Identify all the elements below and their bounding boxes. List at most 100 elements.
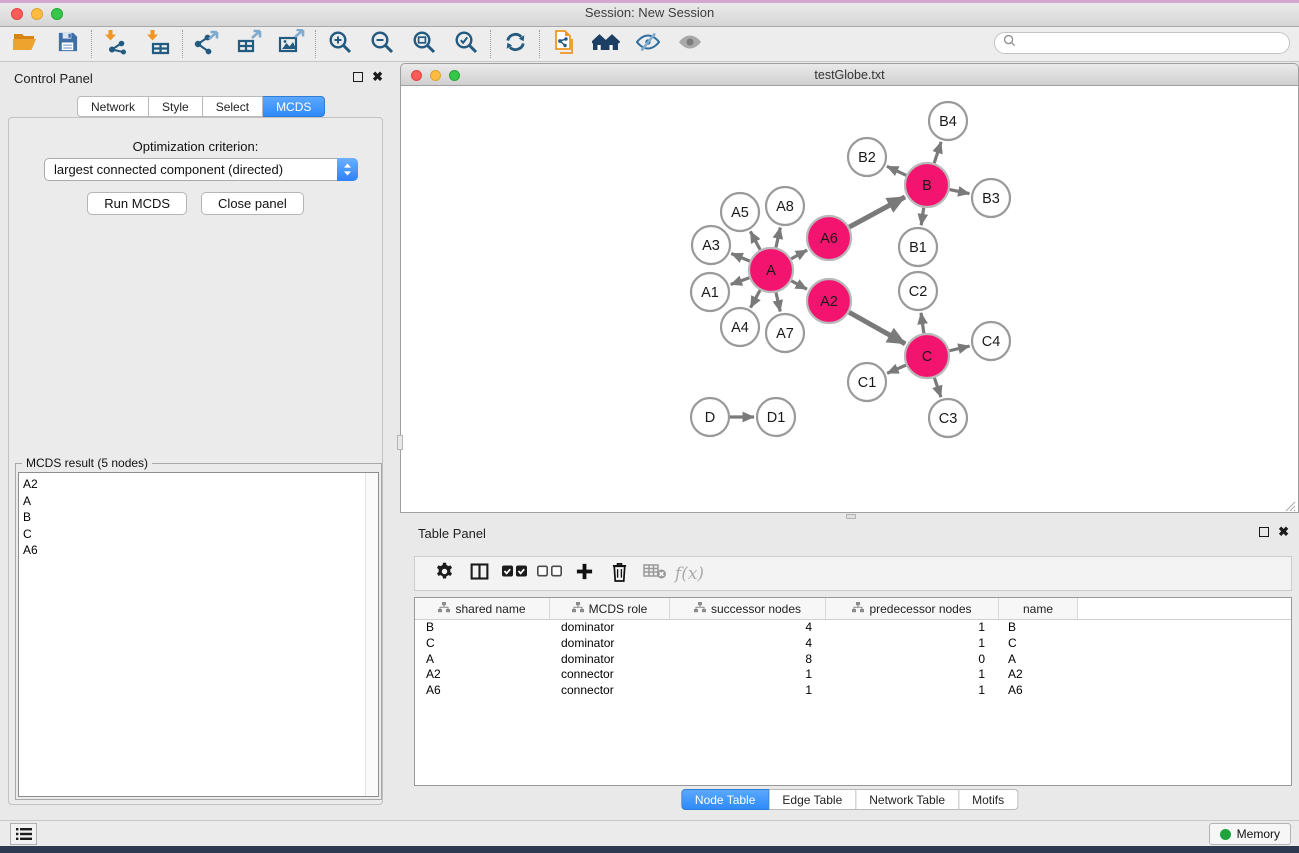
graph-edge-A-A7[interactable] [776,292,780,311]
graph-node-B[interactable]: B [905,163,949,207]
graph-node-B1[interactable]: B1 [899,228,937,266]
graph-node-B2[interactable]: B2 [848,138,886,176]
export-network-button[interactable] [186,29,228,59]
graph-edge-B-B2[interactable] [887,166,906,175]
zoom-in-button[interactable] [319,29,361,59]
graph-node-A5[interactable]: A5 [721,193,759,231]
clone-network-button[interactable] [543,29,585,59]
graph-node-A7[interactable]: A7 [766,314,804,352]
graph-node-A4[interactable]: A4 [721,308,759,346]
mcds-result-list[interactable]: A2ABCA6 [18,472,379,797]
result-scrollbar[interactable] [365,473,378,796]
graph-node-A3[interactable]: A3 [692,226,730,264]
graph-edge-B-B3[interactable] [950,190,970,194]
column-selector-button[interactable] [462,559,497,589]
close-table-panel-icon[interactable]: ✖ [1278,527,1289,537]
run-mcds-button[interactable]: Run MCDS [87,192,187,215]
splitter-handle[interactable] [846,514,856,519]
network-canvas[interactable]: B4B2BB3A8A5A6A3B1AC2A1A2A4A7C4CC1DD1C3 [400,86,1299,513]
graph-node-C[interactable]: C [905,334,949,378]
add-row-button[interactable] [567,559,602,589]
graph-edge-A-A2[interactable] [791,281,807,289]
network-window-titlebar[interactable]: testGlobe.txt [400,63,1299,86]
refresh-button[interactable] [494,29,536,59]
graph-node-B4[interactable]: B4 [929,102,967,140]
column-header-MCDS-role[interactable]: MCDS role [550,598,670,619]
tab-mcds[interactable]: MCDS [263,96,325,117]
graph-edge-A-A3[interactable] [731,253,749,261]
mcds-result-item[interactable]: A6 [23,542,378,559]
graph-node-C2[interactable]: C2 [899,272,937,310]
tab-edge-table[interactable]: Edge Table [769,789,856,810]
graph-edge-A-A6[interactable] [791,250,807,259]
horizontal-splitter[interactable] [400,513,1299,520]
mcds-result-item[interactable]: C [23,526,378,543]
delete-selected-button[interactable] [602,559,637,589]
graph-edge-A2-C[interactable] [849,312,905,344]
tab-network-table[interactable]: Network Table [856,789,959,810]
zoom-fit-button[interactable] [403,29,445,59]
vertical-splitter-handle[interactable] [397,435,403,450]
export-table-button[interactable] [228,29,270,59]
resize-grip-icon[interactable] [1285,499,1296,510]
float-panel-icon[interactable] [353,72,363,82]
graph-edge-C-C4[interactable] [949,346,969,351]
tab-network[interactable]: Network [77,96,149,117]
graph-edge-C-C1[interactable] [887,365,906,373]
graph-node-C4[interactable]: C4 [972,322,1010,360]
save-session-button[interactable] [46,29,88,59]
graph-node-C3[interactable]: C3 [929,399,967,437]
graph-edge-A6-B[interactable] [849,197,905,227]
tab-style[interactable]: Style [149,96,203,117]
close-panel-button[interactable]: Close panel [201,192,304,215]
column-header-name[interactable]: name [999,598,1078,619]
graph-node-C1[interactable]: C1 [848,363,886,401]
table-row[interactable]: A6connector11A6 [415,683,1291,699]
search-box[interactable] [994,32,1290,54]
graphics-details-button[interactable] [627,29,669,59]
graph-edge-C-C2[interactable] [921,313,924,333]
table-row[interactable]: Cdominator41C [415,636,1291,652]
export-image-button[interactable] [270,29,312,59]
graph-edge-A-A4[interactable] [751,290,761,307]
tab-motifs[interactable]: Motifs [959,789,1018,810]
graph-node-D1[interactable]: D1 [757,398,795,436]
graph-node-A6[interactable]: A6 [807,216,851,260]
import-network-button[interactable] [95,29,137,59]
graph-edge-C-C3[interactable] [934,378,941,397]
graph-node-A8[interactable]: A8 [766,187,804,225]
graph-node-B3[interactable]: B3 [972,179,1010,217]
zoom-selected-button[interactable] [445,29,487,59]
import-table-button[interactable] [137,29,179,59]
bird-eye-view-button[interactable] [669,29,711,59]
settings-gear-button[interactable] [427,559,462,589]
graph-edge-B-B1[interactable] [921,208,924,225]
home-button[interactable] [585,29,627,59]
table-row[interactable]: Bdominator41B [415,620,1291,636]
column-header-successor-nodes[interactable]: successor nodes [670,598,826,619]
graph-node-D[interactable]: D [691,398,729,436]
node-table[interactable]: shared nameMCDS rolesuccessor nodesprede… [414,597,1292,786]
tab-node-table[interactable]: Node Table [681,789,770,810]
float-table-panel-icon[interactable] [1259,527,1269,537]
graph-edge-B-B4[interactable] [934,142,941,163]
graph-edge-A-A5[interactable] [750,231,760,249]
zoom-out-button[interactable] [361,29,403,59]
graph-node-A2[interactable]: A2 [807,279,851,323]
graph-edge-A-A8[interactable] [776,227,780,247]
open-session-button[interactable] [4,29,46,59]
search-input[interactable] [1021,36,1271,50]
column-header-shared-name[interactable]: shared name [415,598,550,619]
table-row[interactable]: A2connector11A2 [415,667,1291,683]
mcds-result-item[interactable]: A2 [23,476,378,493]
column-header-predecessor-nodes[interactable]: predecessor nodes [826,598,999,619]
table-row[interactable]: Adominator80A [415,652,1291,668]
criterion-dropdown[interactable]: largest connected component (directed) [44,158,358,181]
graph-node-A[interactable]: A [749,248,793,292]
select-all-button[interactable] [497,559,532,589]
close-panel-icon[interactable]: ✖ [372,72,383,82]
task-history-button[interactable] [10,823,37,845]
memory-button[interactable]: Memory [1209,823,1291,845]
graph-edge-A-A1[interactable] [731,278,750,285]
deselect-all-button[interactable] [532,559,567,589]
